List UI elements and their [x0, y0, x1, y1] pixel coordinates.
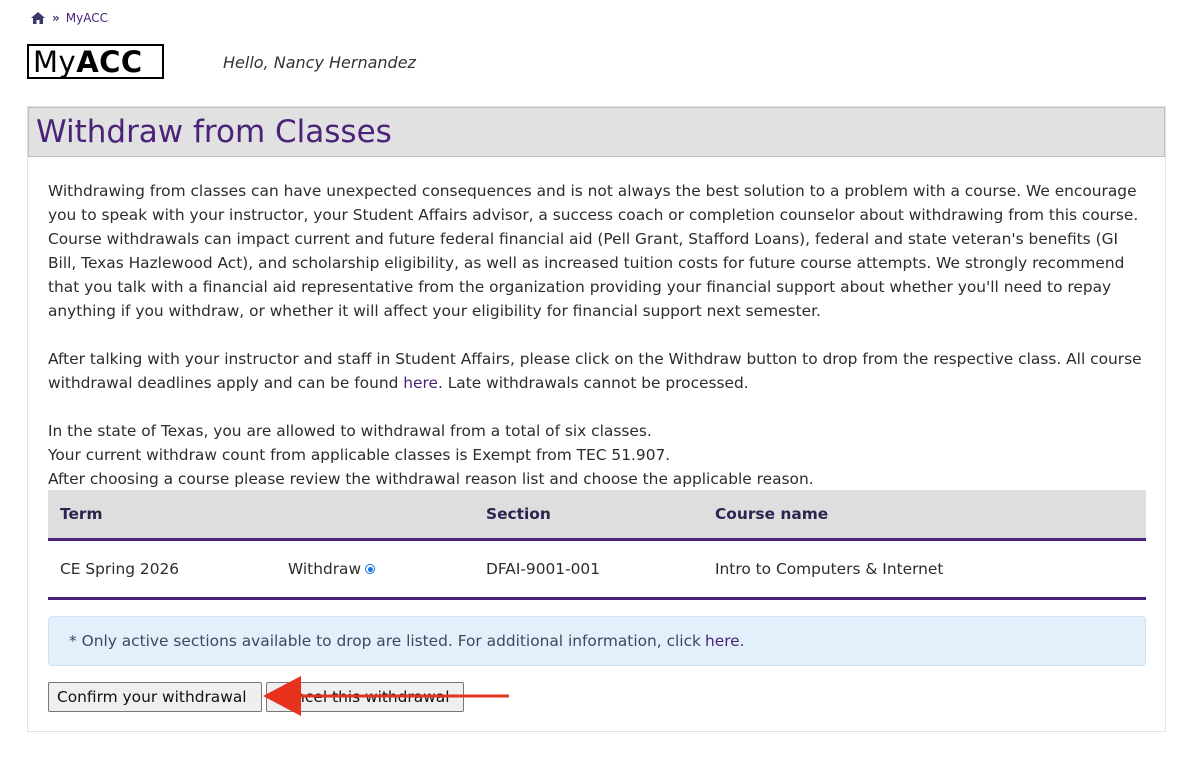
info-link[interactable]: here	[705, 632, 740, 650]
column-term: Term	[60, 505, 103, 523]
confirm-withdrawal-button[interactable]: Confirm your withdrawal	[48, 682, 262, 712]
table-header: Term Section Course name	[48, 490, 1146, 541]
breadcrumb-link-myacc[interactable]: MyACC	[66, 11, 108, 25]
myacc-logo[interactable]: My ACC	[27, 44, 164, 79]
pointer-arrow-icon	[263, 676, 509, 716]
panel-header: Withdraw from Classes	[28, 107, 1165, 157]
withdraw-instructions: After talking with your instructor and s…	[48, 350, 1142, 392]
greeting: Hello, Nancy Hernandez	[223, 53, 416, 72]
courses-table: Term Section Course name CE Spring 2026 …	[48, 490, 1146, 600]
withdraw-option[interactable]: Withdraw	[288, 560, 486, 578]
home-icon[interactable]	[30, 11, 46, 25]
table-row: CE Spring 2026 Withdraw DFAI-9001-001 In…	[48, 541, 1146, 600]
row-course: Intro to Computers & Internet	[715, 560, 944, 578]
limit-line: In the state of Texas, you are allowed t…	[48, 422, 652, 440]
instructions: Withdrawing from classes can have unexpe…	[48, 179, 1146, 491]
column-section: Section	[486, 505, 551, 523]
withdraw-label: Withdraw	[288, 560, 362, 578]
breadcrumb: » MyACC	[30, 11, 108, 25]
withdraw-count-line: Your current withdraw count from applica…	[48, 446, 671, 464]
row-section: DFAI-9001-001	[486, 560, 601, 578]
column-course: Course name	[715, 505, 829, 523]
row-term: CE Spring 2026	[60, 560, 180, 578]
chevron-double-right-icon: »	[52, 11, 60, 25]
withdraw-radio[interactable]	[365, 564, 376, 574]
withdraw-panel: Withdraw from Classes Withdrawing from c…	[27, 106, 1166, 732]
deadlines-link[interactable]: here	[403, 374, 438, 392]
reason-instructions: After choosing a course please review th…	[48, 470, 814, 488]
page-title: Withdraw from Classes	[36, 114, 392, 150]
info-note: * Only active sections available to drop…	[48, 616, 1146, 666]
intro-paragraph: Withdrawing from classes can have unexpe…	[48, 182, 1139, 320]
logo-my: My	[33, 44, 77, 79]
logo-acc: ACC	[76, 44, 143, 79]
